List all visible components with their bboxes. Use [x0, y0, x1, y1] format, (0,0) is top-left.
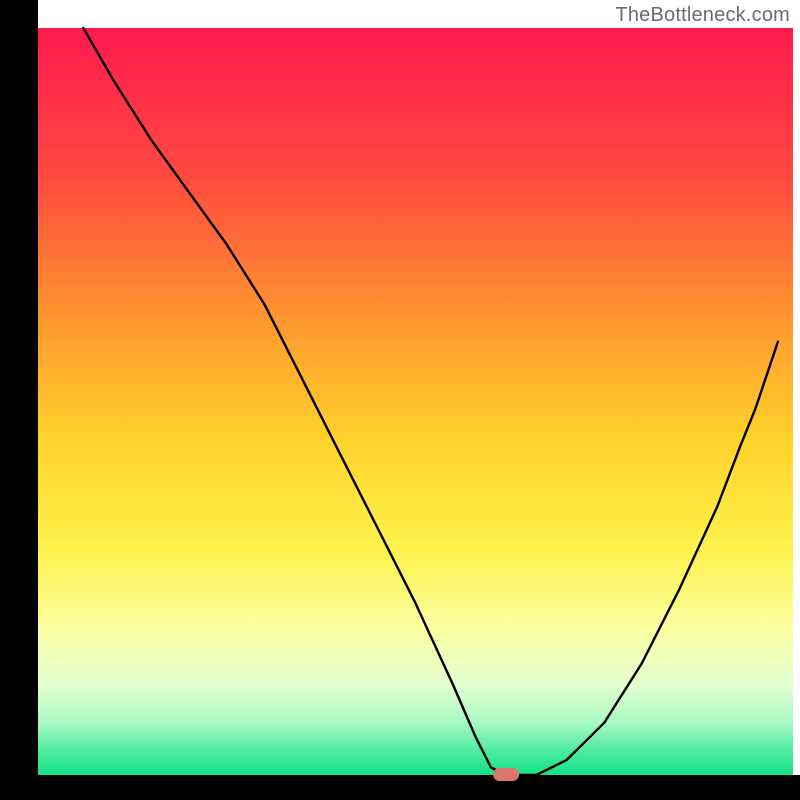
optimal-point-marker — [493, 768, 519, 781]
bottleneck-chart — [0, 0, 800, 800]
chart-container: TheBottleneck.com — [0, 0, 800, 800]
watermark-text: TheBottleneck.com — [615, 4, 790, 27]
